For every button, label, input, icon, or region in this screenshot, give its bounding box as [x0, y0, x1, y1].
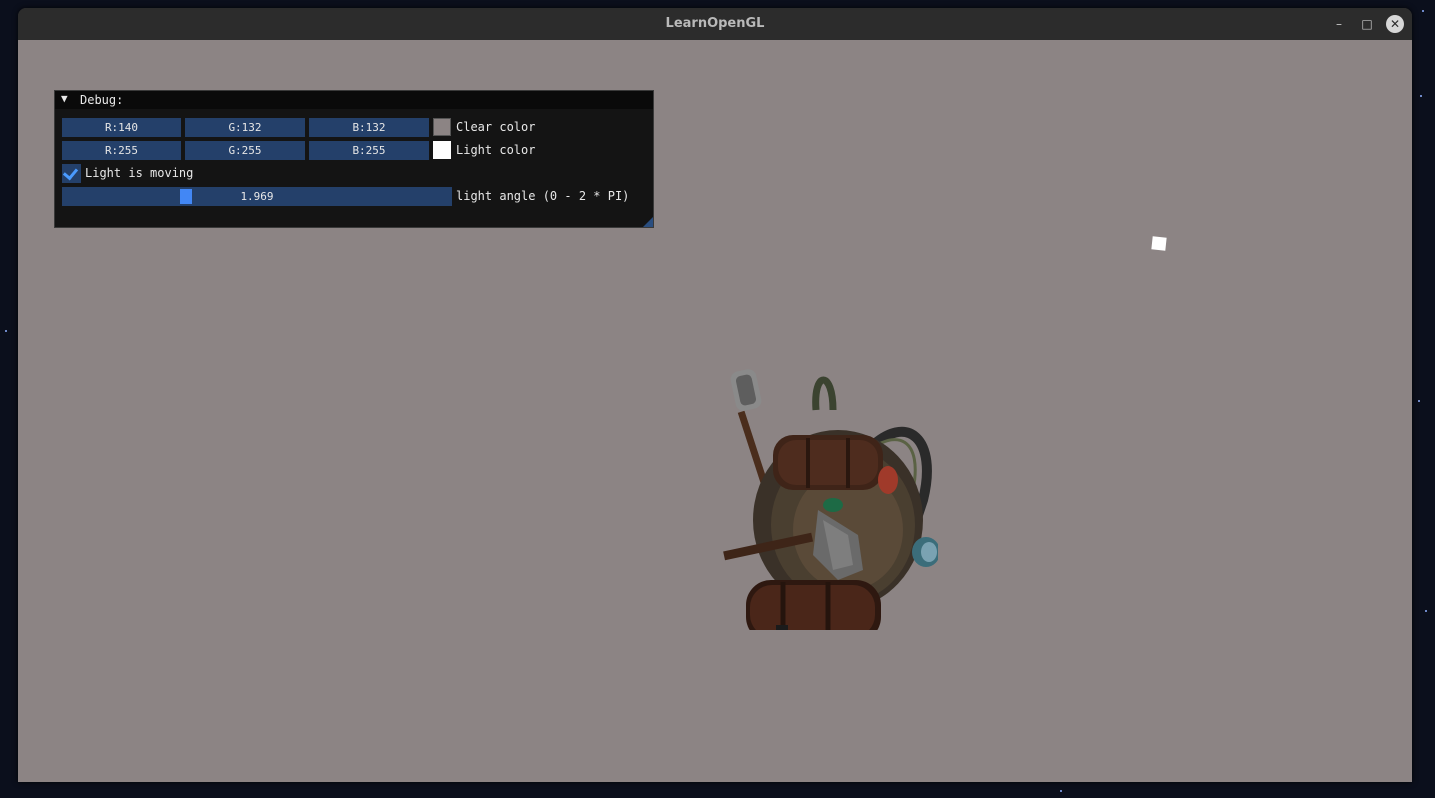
- light-source-cube: [1151, 236, 1167, 251]
- window-title: LearnOpenGL: [665, 16, 765, 31]
- opengl-viewport[interactable]: ▼ Debug: R:140 G:132 B:132 Clear color R…: [18, 40, 1412, 782]
- light-color-b-field[interactable]: B:255: [309, 141, 429, 160]
- desktop-star: [1418, 400, 1420, 402]
- desktop-star: [1060, 790, 1062, 792]
- light-moving-checkbox[interactable]: [62, 164, 81, 183]
- light-angle-value: 1.969: [240, 190, 274, 203]
- maximize-button[interactable]: □: [1358, 15, 1376, 33]
- light-angle-label: light angle (0 - 2 * PI): [456, 189, 630, 203]
- desktop-star: [1420, 95, 1422, 97]
- debug-panel-header[interactable]: ▼ Debug:: [55, 91, 653, 109]
- light-angle-slider[interactable]: 1.969: [62, 187, 452, 206]
- backpack-model-icon: [723, 369, 938, 630]
- desktop-star: [1422, 10, 1424, 12]
- clear-color-label: Clear color: [456, 120, 536, 134]
- desktop-star: [1425, 610, 1427, 612]
- close-button[interactable]: ✕: [1386, 15, 1404, 33]
- collapse-arrow-icon[interactable]: ▼: [61, 92, 68, 105]
- clear-color-b-field[interactable]: B:132: [309, 118, 429, 137]
- light-moving-label: Light is moving: [85, 166, 194, 180]
- light-color-g-field[interactable]: G:255: [185, 141, 305, 160]
- title-bar[interactable]: LearnOpenGL – □ ✕: [18, 8, 1412, 40]
- light-color-r-field[interactable]: R:255: [62, 141, 181, 160]
- clear-color-r-field[interactable]: R:140: [62, 118, 181, 137]
- debug-panel[interactable]: ▼ Debug: R:140 G:132 B:132 Clear color R…: [54, 90, 654, 228]
- desktop-star: [5, 330, 7, 332]
- panel-resize-grip[interactable]: [643, 217, 653, 227]
- light-color-swatch[interactable]: [433, 141, 451, 159]
- app-window: LearnOpenGL – □ ✕ ▼ Debug: R:140 G:132 B…: [18, 8, 1412, 782]
- checkmark-icon: [62, 164, 79, 181]
- minimize-button[interactable]: –: [1330, 15, 1348, 33]
- clear-color-g-field[interactable]: G:132: [185, 118, 305, 137]
- clear-color-swatch[interactable]: [433, 118, 451, 136]
- light-color-label: Light color: [456, 143, 536, 157]
- debug-panel-title: Debug:: [80, 93, 124, 107]
